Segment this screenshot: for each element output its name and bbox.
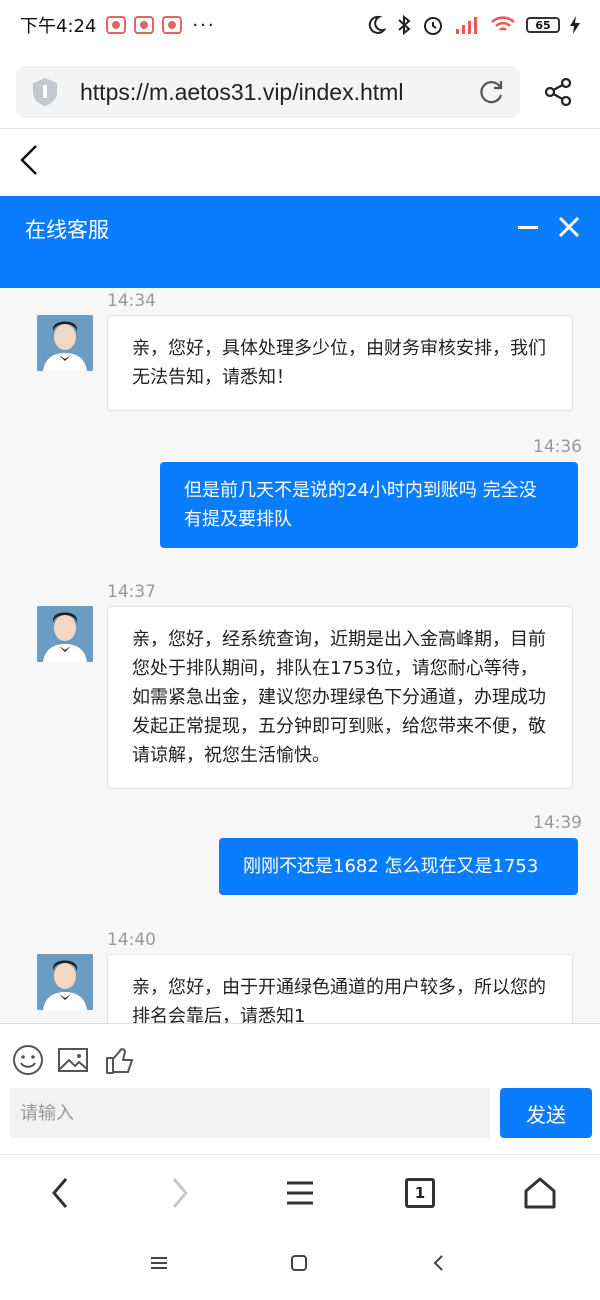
agent-avatar (37, 954, 93, 1010)
recents-menu-icon[interactable] (148, 1252, 170, 1274)
system-home-icon[interactable] (288, 1252, 310, 1274)
message-bubble-agent: 亲，您好，经系统查询，近期是出入金高峰期，目前您处于排队期间，排队在1753位，… (107, 606, 573, 789)
share-icon[interactable] (542, 76, 574, 108)
home-icon (524, 1177, 556, 1209)
page-back-row (0, 130, 600, 192)
agent-avatar (37, 315, 93, 371)
chat-title: 在线客服 (25, 218, 109, 242)
url-bar[interactable]: https://m.aetos31.vip/index.html (16, 66, 520, 118)
reload-icon[interactable] (478, 78, 506, 106)
close-icon[interactable] (556, 214, 582, 240)
message-input[interactable] (10, 1088, 490, 1138)
more-notifications-icon: ··· (192, 14, 216, 36)
emoji-icon[interactable] (12, 1044, 44, 1076)
charging-icon (570, 16, 580, 34)
alarm-icon (424, 17, 442, 35)
status-time: 下午4:24 (20, 16, 97, 37)
chat-header: 在线客服 (0, 196, 600, 288)
url-text[interactable]: https://m.aetos31.vip/index.html (80, 79, 478, 106)
message-time: 14:36 (533, 437, 582, 457)
shield-icon[interactable] (30, 76, 60, 108)
bluetooth-icon (398, 14, 411, 36)
notification-app-icon (162, 16, 183, 34)
message-time: 14:37 (107, 582, 156, 602)
message-time: 14:40 (107, 930, 156, 950)
message-time: 14:39 (533, 813, 582, 833)
send-button[interactable]: 发送 (500, 1088, 592, 1138)
image-icon[interactable] (57, 1044, 89, 1076)
menu-icon (287, 1181, 313, 1205)
agent-avatar (37, 606, 93, 662)
notification-app-icon (106, 16, 127, 34)
system-back-icon[interactable] (428, 1252, 450, 1274)
minimize-button[interactable] (518, 226, 538, 229)
chat-input-area: 发送 (0, 1023, 600, 1153)
signal-icon (456, 17, 477, 34)
tabs-button[interactable]: 1 (402, 1175, 438, 1211)
message-bubble-user: 刚刚不还是1682 怎么现在又是1753 (219, 838, 578, 895)
browser-bottom-nav: 1 (0, 1154, 600, 1228)
thumbs-up-icon[interactable] (104, 1044, 136, 1076)
battery-icon: 65 (526, 17, 560, 33)
message-time: 14:34 (107, 291, 156, 311)
browser-home-button[interactable] (522, 1175, 558, 1211)
wifi-icon (491, 16, 515, 31)
message-bubble-agent: 亲，您好，具体处理多少位，由财务审核安排，我们无法告知，请悉知！ (107, 315, 573, 411)
chevron-right-icon (172, 1178, 188, 1208)
message-list[interactable]: 14:34 亲，您好，具体处理多少位，由财务审核安排，我们无法告知，请悉知！ 1… (0, 288, 600, 1023)
tab-count: 1 (405, 1178, 435, 1208)
notification-app-icon (134, 16, 155, 34)
browser-menu-button[interactable] (282, 1175, 318, 1211)
notification-icons (106, 16, 183, 34)
moon-icon (368, 15, 386, 34)
browser-back-button[interactable] (42, 1175, 78, 1211)
back-icon[interactable] (16, 144, 44, 176)
chevron-left-icon (52, 1178, 68, 1208)
divider (0, 128, 600, 129)
message-bubble-user: 但是前几天不是说的24小时内到账吗 完全没有提及要排队 (160, 462, 578, 548)
status-bar: 下午4:24 ··· 65 (0, 0, 600, 50)
browser-forward-button[interactable] (162, 1175, 198, 1211)
status-right: 65 (366, 14, 580, 36)
system-nav-bar (0, 1228, 600, 1300)
message-bubble-agent: 亲，您好，由于开通绿色通道的用户较多，所以您的排名会靠后，请悉知1 (107, 954, 573, 1023)
address-bar-row: https://m.aetos31.vip/index.html (0, 62, 600, 122)
